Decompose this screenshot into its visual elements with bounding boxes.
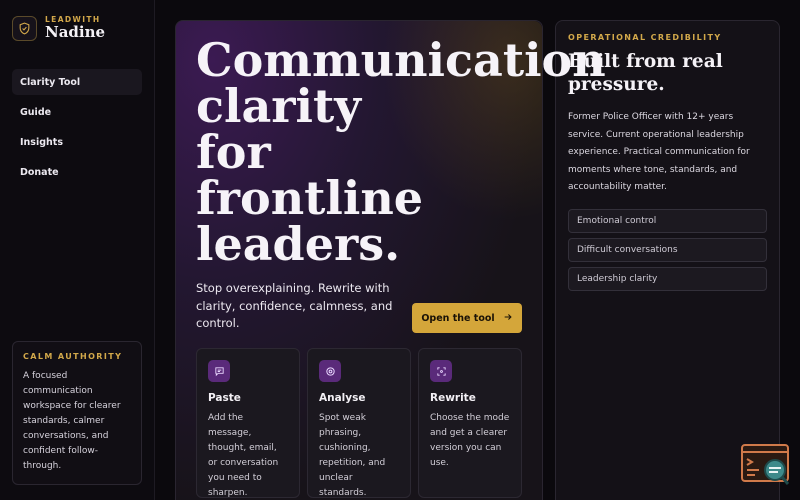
shield-icon — [12, 15, 37, 41]
headline-line: frontline — [196, 171, 424, 225]
tag-leadership-clarity: Leadership clarity — [568, 266, 767, 291]
hero-headline: Communication clarity for frontline lead… — [196, 37, 606, 267]
step-card-rewrite: Rewrite Choose the mode and get a cleare… — [418, 348, 522, 498]
search-widget-icon — [741, 444, 790, 485]
sidebar-item-insights[interactable]: Insights — [12, 129, 142, 155]
open-tool-button[interactable]: Open the tool — [412, 303, 522, 333]
step-card-analyse: Analyse Spot weak phrasing, cushioning, … — [307, 348, 411, 498]
sidebar-item-clarity-tool[interactable]: Clarity Tool — [12, 69, 142, 95]
sidebar-item-donate[interactable]: Donate — [12, 159, 142, 185]
arrow-right-icon — [503, 312, 513, 325]
headline-line: Communication — [196, 33, 606, 87]
step-title: Analyse — [319, 392, 366, 404]
calm-authority-text: A focused communication workspace for cl… — [23, 371, 121, 471]
target-icon — [319, 360, 341, 382]
headline-line: leaders. — [196, 217, 401, 271]
step-text: Choose the mode and get a clearer versio… — [430, 413, 510, 468]
sidebar: LEADWITH Nadine Clarity Tool Guide Insig… — [0, 0, 155, 500]
headline-line: for — [196, 125, 271, 179]
brand-name: Nadine — [45, 23, 106, 41]
message-icon — [208, 360, 230, 382]
focus-icon — [430, 360, 452, 382]
headline-line: clarity — [196, 79, 361, 133]
step-title: Paste — [208, 392, 241, 404]
calm-authority-heading: CALM AUTHORITY — [23, 352, 123, 361]
step-text: Add the message, thought, email, or conv… — [208, 413, 279, 498]
step-title: Rewrite — [430, 392, 476, 404]
hero-subtext: Stop overexplaining. Rewrite with clarit… — [196, 281, 393, 330]
step-text: Spot weak phrasing, cushioning, repetiti… — [319, 413, 386, 498]
brand-logo[interactable]: LEADWITH Nadine — [12, 15, 105, 41]
sidebar-nav: Clarity Tool Guide Insights Donate — [12, 69, 142, 189]
sidebar-item-guide[interactable]: Guide — [12, 99, 142, 125]
search-widget-button[interactable] — [741, 444, 791, 486]
step-card-paste: Paste Add the message, thought, email, o… — [196, 348, 300, 498]
calm-authority-card: CALM AUTHORITY A focused communication w… — [12, 341, 142, 485]
hero-panel: Communication clarity for frontline lead… — [175, 20, 606, 500]
open-tool-label: Open the tool — [421, 312, 495, 324]
